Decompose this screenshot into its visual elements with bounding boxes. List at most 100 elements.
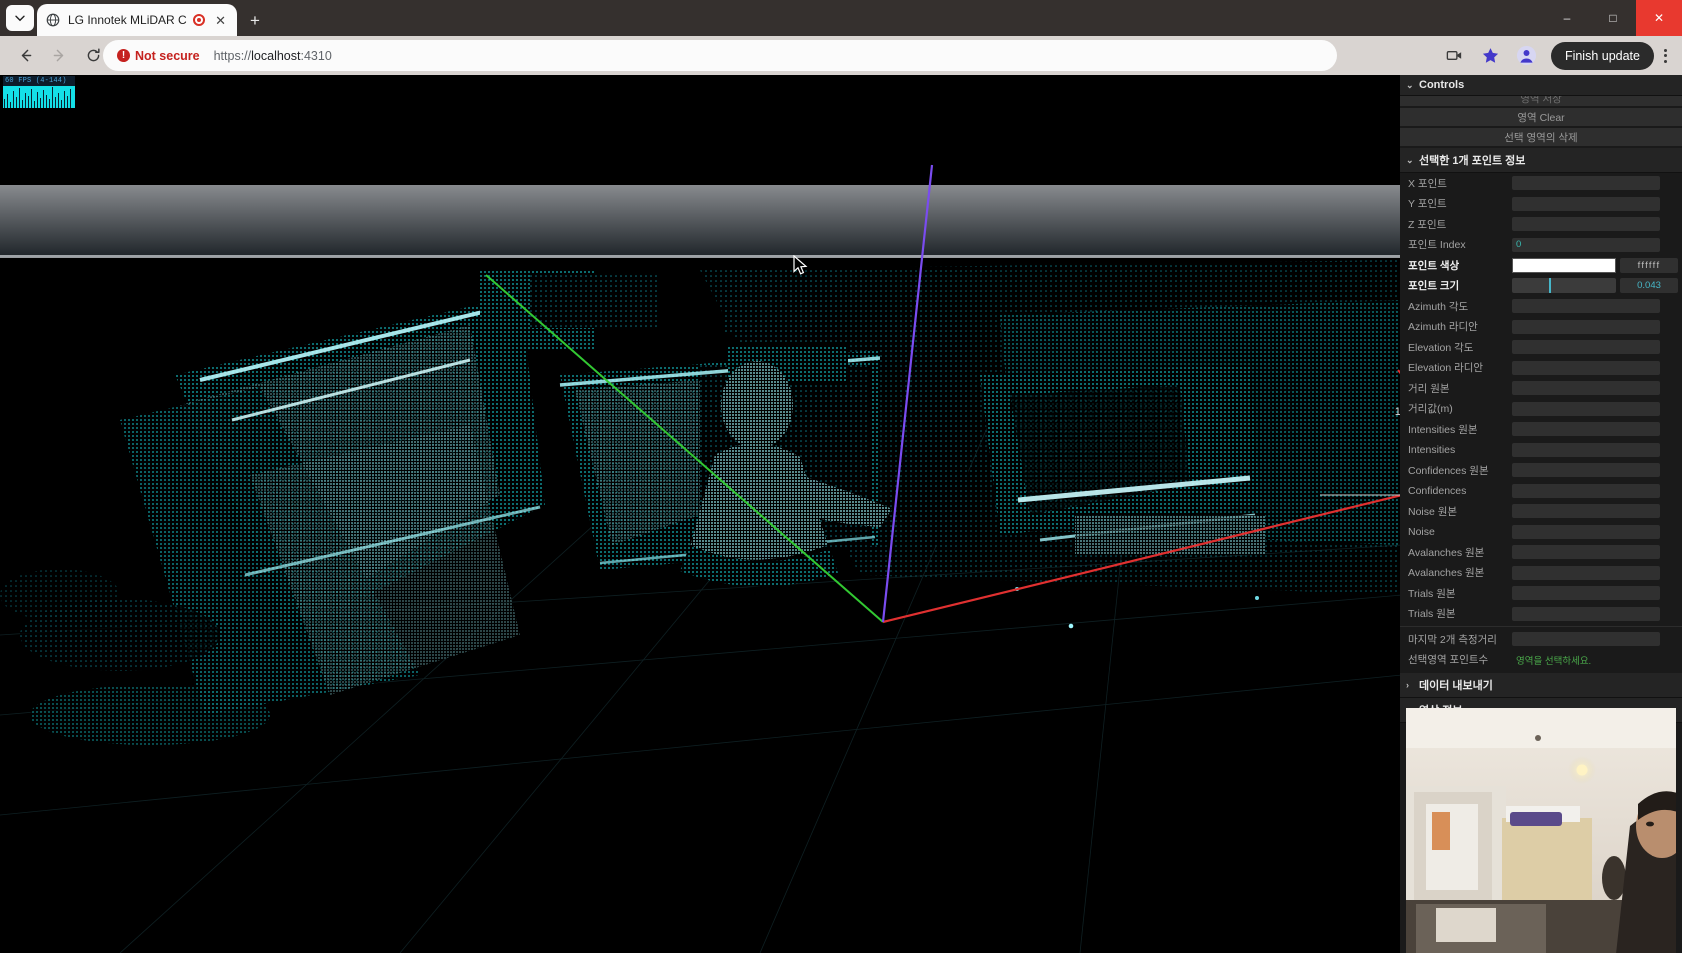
field-label: Azimuth 각도 [1408,300,1469,313]
globe-icon [45,12,61,28]
field-value[interactable] [1512,340,1660,355]
chevron-down-icon: ⌄ [1406,154,1414,165]
field-value[interactable] [1512,606,1660,621]
field-label: Confidences [1408,484,1467,497]
color-hex-value[interactable]: ffffff [1620,257,1678,273]
field-point-size[interactable]: 포인트 크기 0.043 [1400,276,1682,297]
field-noise-raw[interactable]: Noise 원본 [1400,501,1682,522]
record-dot-icon[interactable] [193,14,206,26]
field-value[interactable] [1512,422,1660,437]
field-label: Trials 원본 [1408,587,1456,600]
point-cloud-viewport[interactable]: 60 FPS (4-144) 1m ⌄ Controls 영역 [0,75,1682,953]
field-trials-raw-1[interactable]: Trials 원본 [1400,583,1682,604]
field-value[interactable] [1512,565,1660,580]
field-azimuth-radian[interactable]: Azimuth 라디안 [1400,317,1682,338]
field-intensities[interactable]: Intensities [1400,440,1682,461]
screencast-button[interactable] [1440,41,1470,71]
webcam-preview[interactable] [1406,708,1676,953]
star-icon [1483,48,1499,63]
field-value[interactable] [1512,196,1660,211]
section-point-info-header[interactable]: ⌄ 선택한 1개 포인트 정보 [1400,148,1682,173]
point-size-value[interactable]: 0.043 [1620,278,1678,294]
field-elevation-radian[interactable]: Elevation 라디안 [1400,358,1682,379]
field-value[interactable] [1512,176,1660,191]
field-y-point[interactable]: Y 포인트 [1400,194,1682,215]
field-value[interactable] [1512,483,1660,498]
fps-label: 60 FPS (4-144) [3,76,75,86]
field-elevation-degree[interactable]: Elevation 각도 [1400,337,1682,358]
field-point-color[interactable]: 포인트 색상 ffffff [1400,255,1682,276]
field-value[interactable]: 0 [1512,237,1660,252]
video-camera-icon [1447,51,1462,60]
field-label: 마지막 2개 측정거리 [1408,633,1497,646]
new-tab-button[interactable]: + [243,9,267,33]
field-value[interactable] [1512,217,1660,232]
field-confidences[interactable]: Confidences [1400,481,1682,502]
field-distance-raw[interactable]: 거리 원본 [1400,378,1682,399]
field-avalanches-raw-2[interactable]: Avalanches 원본 [1400,563,1682,584]
minimize-button[interactable]: – [1544,0,1590,36]
field-trials-raw-2[interactable]: Trials 원본 [1400,604,1682,625]
tab-strip: LG Innotek MLiDAR C ✕ + – □ ✕ [0,0,1682,36]
color-swatch[interactable] [1512,257,1616,273]
field-avalanches-raw-1[interactable]: Avalanches 원본 [1400,542,1682,563]
field-intensities-raw[interactable]: Intensities 원본 [1400,419,1682,440]
arrow-right-icon [53,49,63,62]
maximize-button[interactable]: □ [1590,0,1636,36]
field-confidences-raw[interactable]: Confidences 원본 [1400,460,1682,481]
field-value[interactable] [1512,524,1660,539]
section-export-header[interactable]: › 데이터 내보내기 [1400,673,1682,698]
field-azimuth-degree[interactable]: Azimuth 각도 [1400,296,1682,317]
security-status[interactable]: ! Not secure [117,49,200,63]
field-value[interactable] [1512,545,1660,560]
field-value[interactable] [1512,381,1660,396]
field-value[interactable] [1512,442,1660,457]
region-clear-button[interactable]: 영역 Clear [1400,108,1682,126]
bookmark-button[interactable] [1476,41,1506,71]
tab-search-button[interactable] [6,5,34,31]
section-controls-header[interactable]: ⌄ Controls [1400,75,1682,96]
field-value[interactable] [1512,586,1660,601]
save-region-button[interactable]: 영역 저장 [1400,96,1682,106]
slider-thumb[interactable] [1549,278,1552,294]
field-value[interactable] [1512,319,1660,334]
field-value[interactable] [1512,504,1660,519]
forward-button[interactable] [42,39,76,73]
chevron-right-icon: › [1406,680,1409,690]
field-label: 포인트 Index [1408,239,1466,252]
field-label: 포인트 색상 [1408,259,1460,272]
browser-tab[interactable]: LG Innotek MLiDAR C ✕ [37,4,237,36]
field-last-two-distances[interactable]: 마지막 2개 측정거리 [1400,629,1682,650]
field-selected-point-count[interactable]: 선택영역 포인트수 영역을 선택하세요. [1400,650,1682,671]
finish-update-button[interactable]: Finish update [1550,41,1654,70]
field-label: Azimuth 라디안 [1408,321,1478,334]
field-value[interactable] [1512,632,1660,647]
field-label: Avalanches 원본 [1408,567,1485,580]
field-noise[interactable]: Noise [1400,522,1682,543]
browser-menu-button[interactable] [1654,41,1676,71]
url-scheme: https:// [213,48,252,63]
window-close-button[interactable]: ✕ [1636,0,1682,36]
panel-divider [1400,626,1682,627]
field-distance-meters[interactable]: 거리값(m) [1400,399,1682,420]
field-x-point[interactable]: X 포인트 [1400,173,1682,194]
point-size-slider[interactable] [1512,278,1616,294]
field-z-point[interactable]: Z 포인트 [1400,214,1682,235]
account-circle-icon [1517,45,1537,66]
field-value[interactable] [1512,360,1660,375]
browser-toolbar: ! Not secure https://localhost:4310 Fini… [0,36,1682,75]
controls-title: Controls [1419,79,1465,91]
profile-button[interactable] [1512,41,1542,71]
delete-selected-region-button[interactable]: 선택 영역의 삭제 [1400,128,1682,146]
field-value[interactable] [1512,401,1660,416]
field-label: Intensities [1408,443,1456,456]
close-icon[interactable]: ✕ [212,12,229,29]
back-button[interactable] [8,39,42,73]
url-port: :4310 [300,48,332,63]
field-value[interactable] [1512,463,1660,478]
address-bar[interactable]: ! Not secure https://localhost:4310 [103,40,1337,71]
field-point-index[interactable]: 포인트 Index 0 [1400,235,1682,256]
arrow-left-icon [21,49,31,62]
field-value[interactable] [1512,299,1660,314]
field-label: 선택영역 포인트수 [1408,654,1489,667]
